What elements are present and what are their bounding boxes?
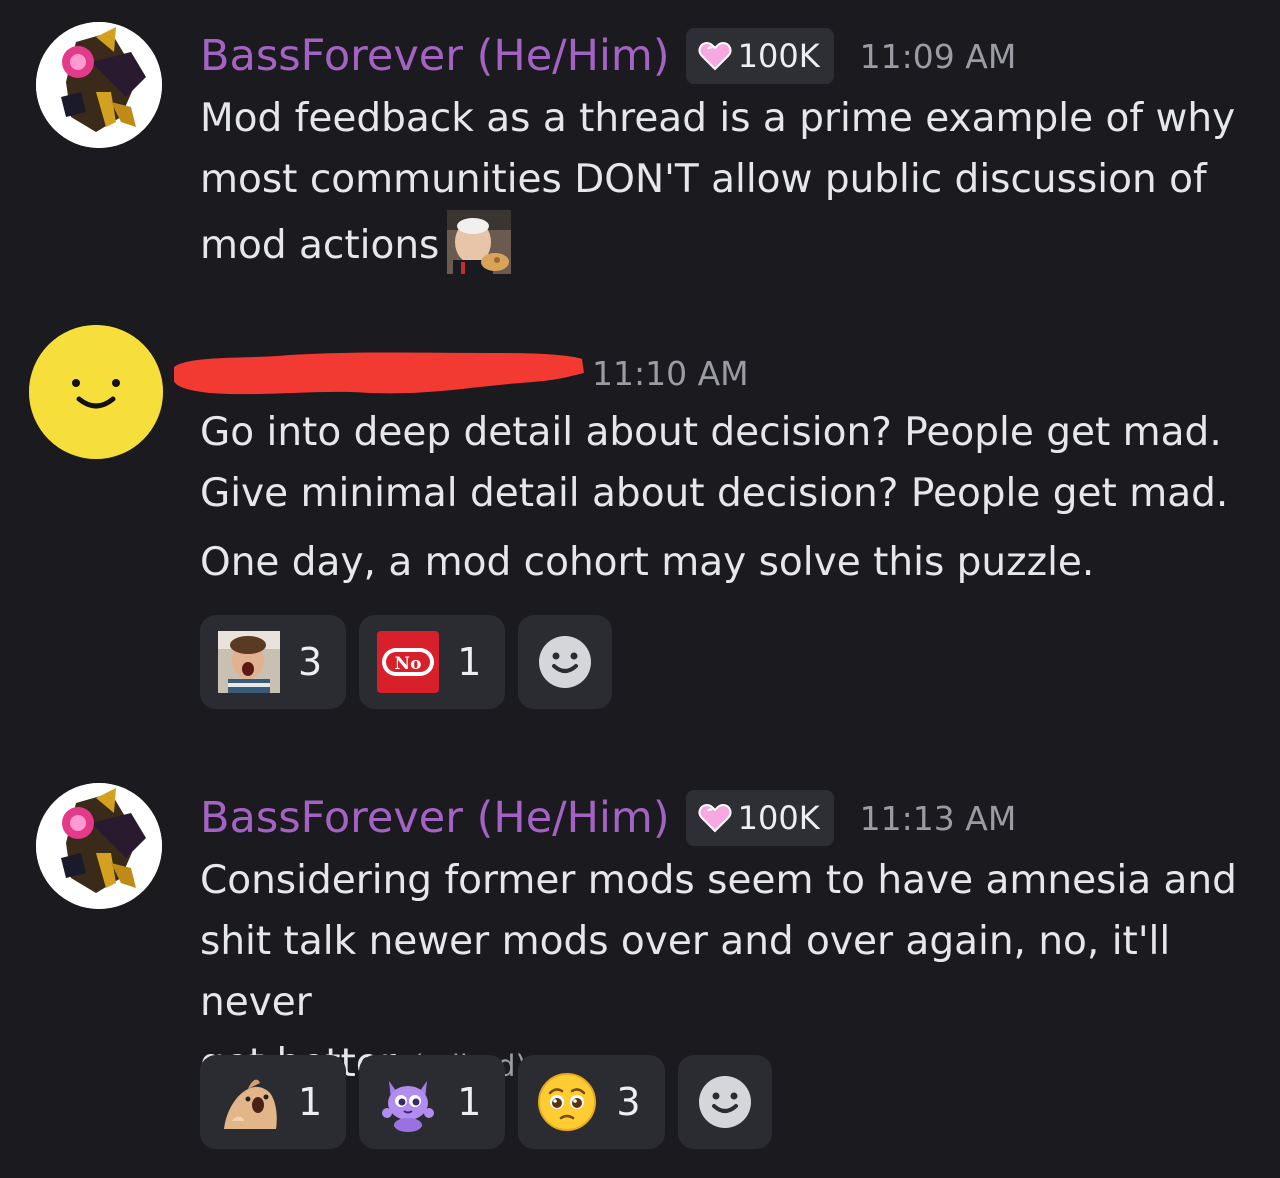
- timestamp: 11:10 AM: [592, 353, 749, 393]
- reaction-button[interactable]: No 1: [359, 615, 506, 709]
- message-header: 11:10 AM: [174, 343, 749, 403]
- message-line: most communities DON'T allow public disc…: [200, 157, 1207, 202]
- message-line: Give minimal detail about decision? Peop…: [200, 471, 1229, 516]
- reaction-button[interactable]: 1: [359, 1055, 506, 1149]
- message-line-text: mod actions: [200, 223, 440, 268]
- message-line: shit talk newer mods over and over again…: [200, 919, 1171, 1025]
- reaction-button[interactable]: 1: [200, 1055, 347, 1149]
- reaction-count: 3: [616, 1080, 641, 1124]
- reaction-button[interactable]: 3: [200, 615, 347, 709]
- heart-icon: [698, 803, 732, 833]
- add-reaction-button[interactable]: [518, 615, 613, 709]
- avatar[interactable]: [36, 783, 162, 909]
- reaction-count: 1: [457, 1080, 482, 1124]
- redacted-username: [170, 351, 584, 395]
- reaction-count: 3: [298, 640, 323, 684]
- badge-label: 100K: [737, 37, 820, 75]
- username[interactable]: BassForever (He/Him): [200, 793, 670, 843]
- server-badge[interactable]: 100K: [685, 790, 834, 846]
- no-sign-label: No: [395, 654, 422, 674]
- screaming-child-emoji: [218, 631, 280, 693]
- reactions-bar: 3 No 1: [200, 615, 613, 709]
- screaming-hamster-emoji: [218, 1071, 280, 1133]
- add-reaction-icon: [539, 636, 592, 688]
- message-line: Go into deep detail about decision? Peop…: [200, 410, 1222, 455]
- reaction-count: 1: [457, 640, 482, 684]
- reaction-count: 1: [298, 1080, 323, 1124]
- avatar[interactable]: [29, 325, 163, 459]
- timestamp: 11:09 AM: [859, 36, 1017, 76]
- message-line: Considering former mods seem to have amn…: [200, 858, 1237, 903]
- message-content: Go into deep detail about decision? Peop…: [200, 402, 1260, 593]
- eating-man-emoji[interactable]: [447, 210, 512, 274]
- message-content: Mod feedback as a thread is a prime exam…: [200, 88, 1260, 276]
- purple-cat-emoji: [377, 1071, 439, 1133]
- add-reaction-button[interactable]: [677, 1055, 772, 1149]
- avatar[interactable]: [36, 22, 162, 148]
- no-sign-emoji: No: [377, 631, 440, 693]
- chat-log: BassForever (He/Him) 100K 11:09 AM Mod f…: [0, 0, 1280, 1178]
- message-line: One day, a mod cohort may solve this puz…: [200, 540, 1095, 585]
- message-line: Mod feedback as a thread is a prime exam…: [200, 96, 1236, 141]
- message-header: BassForever (He/Him) 100K 11:09 AM: [200, 26, 1016, 86]
- timestamp: 11:13 AM: [859, 798, 1017, 838]
- server-badge[interactable]: 100K: [685, 28, 834, 84]
- reaction-button[interactable]: 3: [518, 1055, 665, 1149]
- username[interactable]: BassForever (He/Him): [200, 31, 670, 81]
- add-reaction-icon: [698, 1076, 751, 1128]
- message-header: BassForever (He/Him) 100K 11:13 AM: [200, 788, 1016, 848]
- message-line-with-emoji: mod actions: [200, 210, 1260, 276]
- heart-icon: [698, 41, 732, 71]
- badge-label: 100K: [737, 799, 820, 837]
- pleading-face-emoji: [536, 1071, 598, 1133]
- reactions-bar: 1 1 3: [200, 1055, 772, 1149]
